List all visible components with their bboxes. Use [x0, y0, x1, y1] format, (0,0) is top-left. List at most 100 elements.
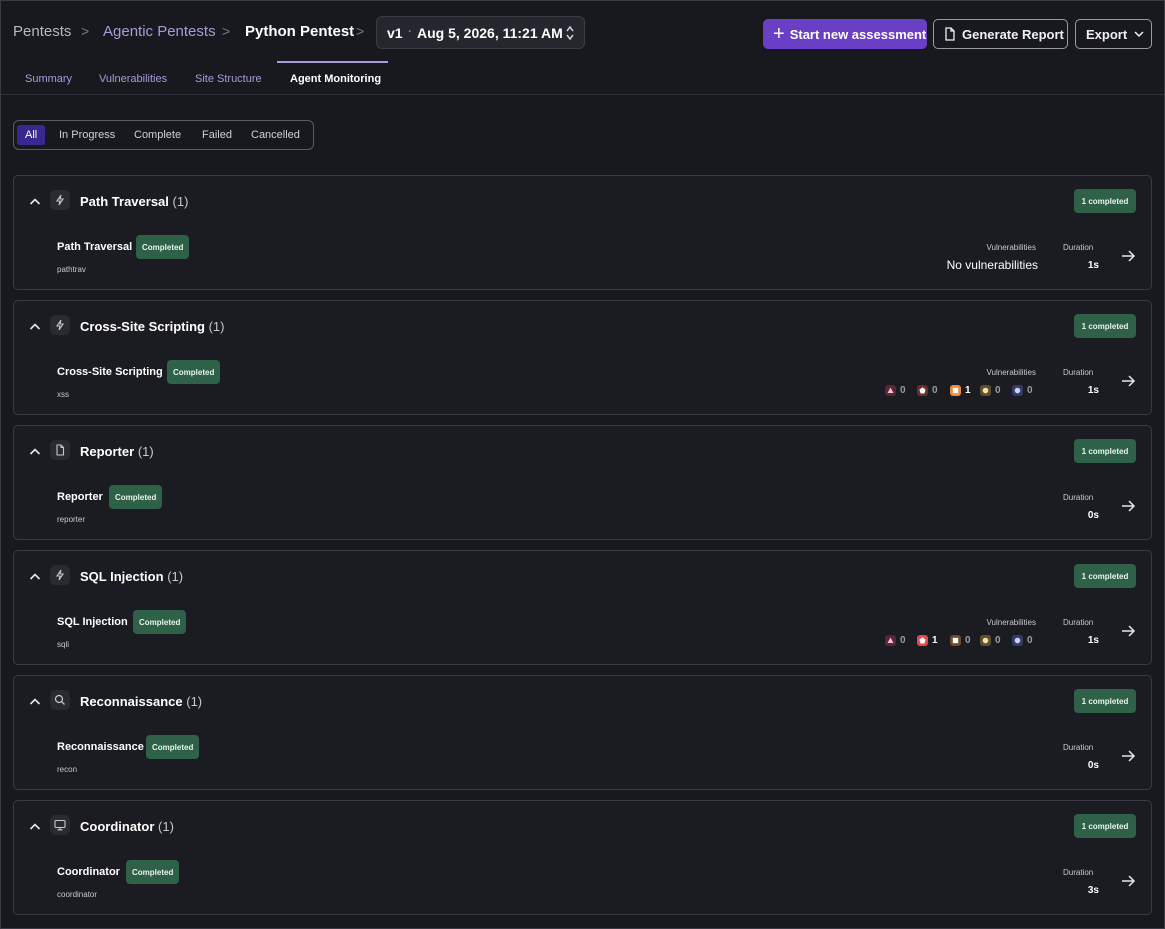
severity-high-count: 1 [917, 633, 938, 647]
vulnerabilities-label: Vulnerabilities [986, 368, 1036, 377]
vulnerabilities-label: Vulnerabilities [986, 243, 1036, 252]
severity-medium-icon [950, 634, 961, 646]
group-completed-badge: 1 completed [1074, 689, 1136, 713]
severity-medium-icon [950, 384, 961, 396]
chevron-up-icon[interactable] [28, 570, 42, 584]
agent-id: coordinator [57, 890, 98, 899]
group-title: Cross-Site Scripting (1) [80, 319, 224, 334]
arrow-right-icon[interactable] [1120, 248, 1136, 264]
agent-group-card: Reconnaissance (1) 1 completed Reconnaissa… [13, 675, 1152, 790]
severity-count-value: 0 [995, 384, 1001, 396]
group-count: (1) [137, 444, 154, 459]
severity-high-icon [917, 384, 928, 396]
filter-cancelled[interactable]: Cancelled [247, 125, 304, 145]
vulnerabilities-label: Vulnerabilities [986, 618, 1036, 627]
chevron-up-icon[interactable] [28, 195, 42, 209]
duration-label: Duration [1063, 743, 1094, 752]
duration-label: Duration [1063, 868, 1094, 877]
severity-count-value: 0 [900, 634, 906, 646]
arrow-right-icon[interactable] [1120, 373, 1136, 389]
severity-critical-count: 0 [885, 633, 906, 647]
severity-count-value: 0 [1027, 384, 1033, 396]
arrow-right-icon[interactable] [1120, 873, 1136, 889]
group-completed-badge: 1 completed [1074, 564, 1136, 588]
tab-site-structure[interactable]: Site Structure [195, 73, 262, 85]
lightning-icon [50, 315, 70, 335]
generate-report-button[interactable]: Generate Report [933, 19, 1068, 49]
group-title: Reconnaissance (1) [80, 694, 202, 709]
group-count: (1) [186, 694, 203, 709]
active-tab-indicator [277, 61, 388, 63]
tab-vulnerabilities[interactable]: Vulnerabilities [99, 73, 167, 85]
group-title-text: Path Traversal [80, 194, 169, 209]
tab-bar: Summary Vulnerabilities Site Structure A… [1, 63, 1164, 95]
chevron-up-icon[interactable] [28, 320, 42, 334]
agent-group-card: Coordinator (1) 1 completed Coordinator Com… [13, 800, 1152, 915]
duration-value: 1s [1087, 385, 1099, 396]
breadcrumb-agentic-pentests[interactable]: Agentic Pentests [103, 23, 216, 41]
breadcrumb-separator: > [81, 23, 90, 39]
agent-id: sqli [57, 640, 70, 649]
agent-name: Reconnaissance [57, 741, 144, 753]
group-count: (1) [172, 194, 189, 209]
duration-value: 3s [1087, 885, 1099, 896]
agent-status-badge: Completed [109, 485, 163, 509]
duration-value: 1s [1087, 635, 1099, 646]
severity-count-value: 1 [932, 634, 938, 646]
severity-count-value: 1 [965, 384, 971, 396]
agent-name: SQL Injection [57, 616, 128, 628]
agent-group-card: Path Traversal (1) 1 completed Path Traver… [13, 175, 1152, 290]
chevron-up-icon[interactable] [28, 445, 42, 459]
arrow-right-icon[interactable] [1120, 623, 1136, 639]
agent-id: recon [57, 765, 78, 774]
severity-info-count: 0 [1012, 633, 1033, 647]
group-completed-badge: 1 completed [1074, 189, 1136, 213]
plus-icon: + [773, 23, 785, 45]
filter-failed[interactable]: Failed [198, 125, 236, 145]
lightning-icon [50, 565, 70, 585]
arrow-right-icon[interactable] [1120, 748, 1136, 764]
breadcrumb-pentests[interactable]: Pentests [13, 23, 71, 41]
tab-summary[interactable]: Summary [25, 73, 72, 85]
version-datetime: Aug 5, 2026, 11:21 AM [417, 25, 563, 41]
export-button[interactable]: Export [1075, 19, 1152, 49]
filter-complete[interactable]: Complete [130, 125, 185, 145]
severity-info-icon [1012, 634, 1023, 646]
group-count: (1) [158, 819, 174, 834]
severity-low-icon [980, 634, 991, 646]
chevron-up-down-icon [566, 25, 574, 41]
severity-low-count: 0 [980, 383, 1001, 397]
filter-all[interactable]: All [17, 125, 46, 145]
group-title: SQL Injection (1) [80, 569, 183, 584]
start-new-assessment-button[interactable]: + Start new assessment [763, 19, 927, 49]
severity-high-count: 0 [917, 383, 938, 397]
severity-info-icon [1012, 384, 1023, 396]
version-dot: · [408, 24, 412, 38]
no-vulnerabilities-text: No vulnerabilities [946, 258, 1038, 272]
duration-label: Duration [1063, 243, 1094, 252]
chevron-up-icon[interactable] [28, 695, 42, 709]
tab-agent-monitoring[interactable]: Agent Monitoring [290, 73, 381, 85]
chevron-up-icon[interactable] [28, 820, 42, 834]
arrow-right-icon[interactable] [1120, 498, 1136, 514]
agent-id: pathtrav [57, 265, 86, 274]
group-completed-badge: 1 completed [1074, 814, 1136, 838]
group-title-text: SQL Injection [80, 569, 164, 584]
duration-value: 0s [1087, 760, 1099, 771]
version-selector[interactable]: v1 · Aug 5, 2026, 11:21 AM [376, 16, 585, 49]
duration-value: 1s [1087, 260, 1099, 271]
severity-medium-count: 1 [950, 383, 971, 397]
start-button-label: Start new assessment [789, 26, 927, 42]
generate-report-label: Generate Report [962, 26, 1064, 42]
lightning-icon [50, 190, 70, 210]
group-count: (1) [167, 569, 184, 584]
group-completed-badge: 1 completed [1074, 439, 1136, 463]
group-completed-badge: 1 completed [1074, 314, 1136, 338]
agent-status-badge: Completed [133, 610, 187, 634]
agent-group-card: Cross-Site Scripting (1) 1 completed Cross… [13, 300, 1152, 415]
agent-name: Path Traversal [57, 241, 133, 253]
filter-in-progress[interactable]: In Progress [55, 125, 119, 145]
severity-critical-icon [885, 634, 896, 646]
document-icon [50, 440, 70, 460]
severity-low-count: 0 [980, 633, 1001, 647]
